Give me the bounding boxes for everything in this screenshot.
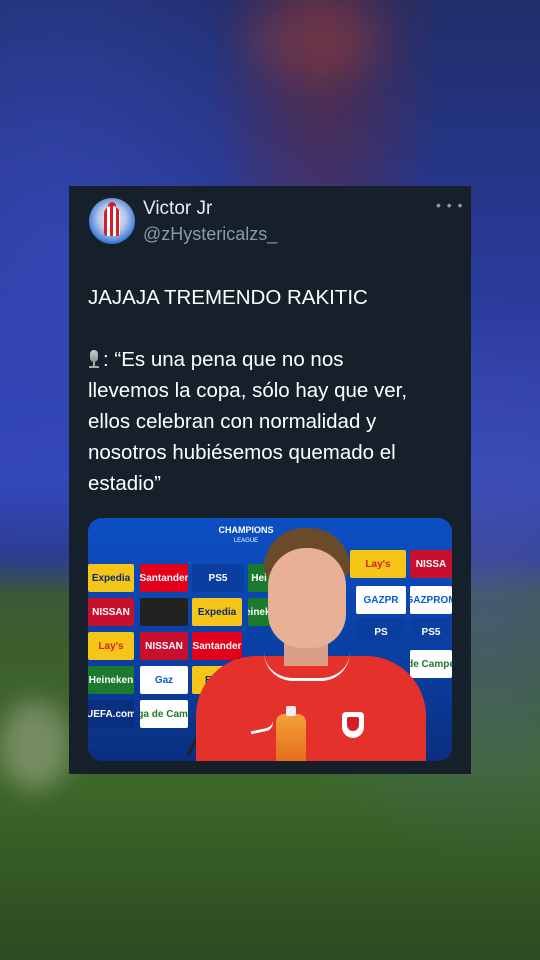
author-name[interactable]: Victor Jr: [143, 198, 212, 220]
tweet-headline: JAJAJA TREMENDO RAKITIC: [88, 286, 368, 309]
avatar[interactable]: [89, 198, 135, 244]
sponsor-logo: Lay's: [350, 550, 406, 578]
sponsor-logo: Liga de Campeones: [410, 650, 452, 678]
author-handle[interactable]: @zHystericalzs_: [143, 224, 277, 245]
background-blur-shape: [0, 700, 70, 790]
sponsor-logo: Santander: [192, 632, 242, 660]
sponsor-logo: Gaz: [140, 666, 188, 694]
tweet-quote-line: llevemos la copa, sólo hay que ver,: [88, 379, 408, 402]
sponsor-logo: Santander: [140, 564, 188, 592]
sponsor-logo: PS5: [410, 618, 452, 646]
tweet-card[interactable]: Victor Jr @zHystericalzs_ • • • JAJAJA T…: [69, 186, 471, 774]
tweet-quote-line: : “Es una pena que no nos: [88, 344, 458, 375]
sponsor-logo: NISSAN: [140, 632, 188, 660]
sponsor-logo: NISSA: [410, 550, 452, 578]
champions-league-logo: CHAMPIONS LEAGUE: [218, 525, 274, 545]
sponsor-logo: Expedia: [88, 564, 134, 592]
background-blur-shape: [250, 0, 380, 80]
tweet-quote-line: nosotros hubiésemos quemado el: [88, 441, 396, 464]
avatar-figure: [104, 206, 120, 236]
sponsor-logo: Lay's: [88, 632, 134, 660]
ellipsis-icon[interactable]: • • •: [436, 197, 463, 213]
sponsor-logo: Expedia: [192, 598, 242, 626]
tweet-quote-line: estadio”: [88, 472, 161, 495]
sponsor-logo: [140, 598, 188, 626]
player-face: [268, 548, 346, 648]
sponsor-logo: UEFA.com: [88, 700, 134, 728]
sponsor-logo: PS5: [192, 564, 244, 592]
club-crest-icon: [342, 712, 364, 738]
tweet-photo[interactable]: Expedia Santander PS5 Hei Lay's NISSA NISSAN Ex…: [88, 518, 452, 761]
sponsor-logo: GAZPR: [356, 586, 406, 614]
sponsor-logo: Heineken: [88, 666, 134, 694]
sponsor-logo: GAZPROM: [410, 586, 452, 614]
water-bottle: [276, 706, 306, 761]
microphone-icon: [88, 350, 100, 368]
sponsor-logo: PS: [356, 618, 406, 646]
tweet-quote-line: ellos celebran con normalidad y: [88, 410, 377, 433]
tweet-text: JAJAJA TREMENDO RAKITIC : “Es una pena q…: [88, 282, 458, 499]
sponsor-logo: Liga de Campe: [140, 700, 188, 728]
sponsor-logo: NISSAN: [88, 598, 134, 626]
